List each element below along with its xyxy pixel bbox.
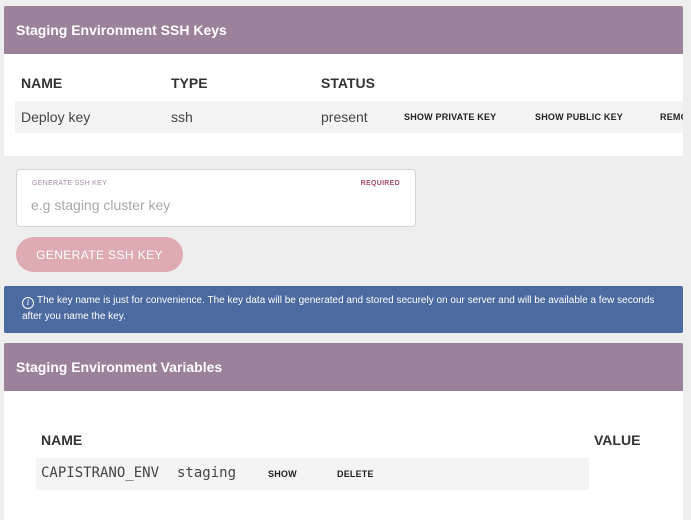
variable-row: CAPISTRANO_ENV staging SHOW DELETE <box>36 458 589 490</box>
variables-panel-header: Staging Environment Variables <box>4 343 683 391</box>
info-banner: i The key name is just for convenience. T… <box>4 286 683 333</box>
info-circle-icon: i <box>22 297 34 309</box>
column-header-status: STATUS <box>321 75 375 91</box>
variables-panel-title: Staging Environment Variables <box>16 359 223 375</box>
ssh-keys-card: NAME TYPE STATUS Deploy key ssh present … <box>4 54 683 156</box>
ssh-keys-panel-title: Staging Environment SSH Keys <box>16 22 227 38</box>
variable-name: CAPISTRANO_ENV <box>41 465 160 481</box>
ssh-key-name-input[interactable] <box>31 194 391 216</box>
required-indicator: REQUIRED <box>360 180 400 187</box>
info-text: The key name is just for convenience. Th… <box>22 295 655 322</box>
key-status: present <box>321 109 368 125</box>
show-public-key-button[interactable]: SHOW PUBLIC KEY <box>535 112 623 122</box>
key-name: Deploy key <box>21 109 91 125</box>
ssh-keys-panel-header: Staging Environment SSH Keys <box>4 6 683 54</box>
generate-ssh-key-button[interactable]: GENERATE SSH KEY <box>16 237 183 272</box>
column-header-var-name: NAME <box>41 432 83 448</box>
delete-variable-button[interactable]: DELETE <box>337 469 374 479</box>
column-header-var-value: VALUE <box>594 432 641 448</box>
show-private-key-button[interactable]: SHOW PRIVATE KEY <box>404 112 496 122</box>
show-variable-button[interactable]: SHOW <box>268 469 297 479</box>
generate-ssh-key-label: GENERATE SSH KEY <box>32 180 108 187</box>
column-header-type: TYPE <box>171 75 208 91</box>
variables-card: NAME VALUE CAPISTRANO_ENV staging SHOW D… <box>4 391 683 520</box>
column-header-name: NAME <box>21 75 63 91</box>
table-row: Deploy key ssh present SHOW PRIVATE KEY … <box>15 101 683 133</box>
generate-ssh-key-field: GENERATE SSH KEY REQUIRED <box>16 169 416 227</box>
remove-button-clip: REMOVE <box>660 101 683 133</box>
remove-key-button[interactable]: REMOVE <box>660 112 683 122</box>
variable-value: staging <box>177 465 237 481</box>
key-type: ssh <box>171 109 193 125</box>
